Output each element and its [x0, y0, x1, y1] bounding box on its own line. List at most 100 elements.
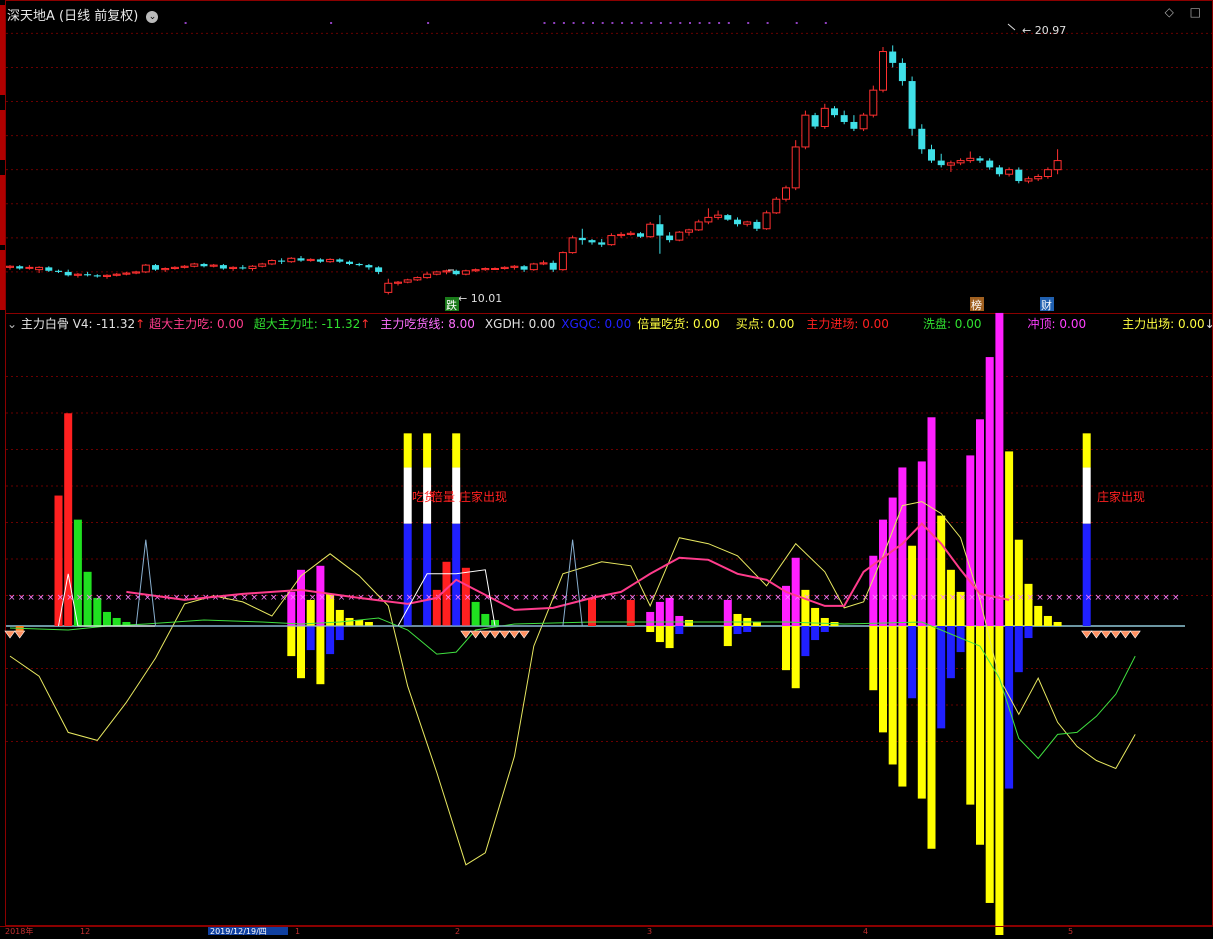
dotted-marker: × [367, 593, 375, 603]
stock-title-bar: 深天地A (日线 前复权) ⌄ [7, 5, 159, 24]
candle-body [25, 266, 34, 269]
event-dot [621, 22, 624, 24]
date-axis-label: 3 [647, 927, 652, 935]
indicator-bar-up [820, 617, 829, 626]
indicator-bar-up [733, 613, 742, 626]
indicator-bar-up [112, 617, 121, 626]
dotted-marker: × [871, 593, 879, 603]
date-axis-label: 2019/12/19/四 [210, 927, 267, 935]
candle-body [500, 266, 509, 270]
dotted-marker: × [968, 593, 976, 603]
indicator-bar-down [888, 626, 897, 765]
signal-annotation: 倍量 [431, 489, 455, 504]
candle-body [976, 158, 984, 161]
indicator-value: 主力进场: 0.00 [806, 317, 889, 331]
dotted-marker: × [745, 593, 753, 603]
indicator-bar-up [471, 601, 480, 626]
chart-canvas[interactable]: ← 20.97← 10.01跌榜财× × × × × × × × × × × × × × × × × × × × × × ×… [0, 0, 1213, 939]
indicator-bar-mid [403, 467, 412, 524]
dotted-marker: × [619, 593, 627, 603]
stock-name[interactable]: 深天地A [7, 9, 55, 24]
indicator-bar-top [423, 433, 432, 468]
candle-body [384, 282, 393, 293]
candle-body [898, 62, 906, 82]
dotted-marker: × [1065, 593, 1073, 603]
candle-body [666, 235, 674, 241]
candle-body [423, 273, 432, 279]
indicator-header: ⌄ 主力白骨 V4: -11.32↑ 超大主力吃: 0.00 超大主力吐: -11.… [7, 315, 1213, 333]
candle-body [539, 262, 548, 265]
candle-body [336, 259, 344, 262]
candle-body [1034, 175, 1043, 180]
dotted-marker: × [299, 593, 307, 603]
candle-body [946, 162, 955, 166]
event-dot [562, 22, 565, 24]
indicator-bar-up [1024, 583, 1033, 626]
event-dot [689, 22, 691, 24]
dotted-marker: × [1046, 593, 1054, 603]
candle-body [219, 265, 227, 269]
candle-body [432, 271, 441, 275]
indicator-bar-down [879, 626, 887, 733]
dotted-marker: × [522, 593, 530, 603]
indicator-chevron-icon[interactable]: ⌄ [7, 317, 21, 331]
indicator-bar-down [820, 626, 829, 633]
candle-body [55, 270, 62, 272]
dotted-marker: × [532, 593, 540, 603]
indicator-bar-down [733, 626, 742, 635]
diamond-icon[interactable]: ◇ [1165, 5, 1180, 19]
dotted-marker: × [396, 593, 404, 603]
dropdown-chevron-icon[interactable]: ⌄ [146, 11, 159, 23]
dotted-marker: × [852, 593, 860, 603]
candle-body [694, 221, 703, 231]
indicator-bar-up [1053, 621, 1062, 626]
candle-body [35, 266, 44, 271]
indicator-value: 倍量吃货: 0.00 [637, 317, 720, 331]
event-dot [679, 22, 682, 24]
candle-body [452, 270, 460, 275]
candle-body [558, 252, 567, 271]
event-dot [640, 22, 643, 24]
indicator-bar-up [888, 497, 897, 626]
indicator-bar-up [1034, 605, 1043, 626]
indicator-bar-up [452, 523, 461, 626]
indicator-bar-down [995, 626, 1004, 939]
candle-body [45, 267, 53, 271]
dotted-marker: × [105, 593, 113, 603]
indicator-value: 主力吃货线: 8.00 [380, 317, 475, 331]
candle-body [132, 271, 141, 274]
dotted-marker: × [251, 593, 259, 603]
candle-body [995, 167, 1003, 175]
indicator-bar-up [908, 545, 917, 626]
dotted-marker: × [115, 593, 123, 603]
square-icon[interactable]: □ [1190, 5, 1207, 19]
dotted-marker: × [474, 593, 482, 603]
dotted-marker: × [755, 593, 763, 603]
dotted-marker: × [1094, 593, 1102, 603]
candle-body [529, 263, 538, 271]
candle-body [209, 264, 218, 267]
indicator-bar-down [655, 626, 664, 643]
dotted-marker: × [86, 593, 94, 603]
candle-body [442, 270, 451, 273]
candle-body [772, 198, 781, 214]
candle-body [365, 265, 373, 268]
indicator-bar-up [335, 609, 344, 626]
event-dot [727, 22, 730, 24]
indicator-arrow: ↑ [135, 317, 146, 331]
indicator-bar-up [54, 495, 63, 626]
candle-body [714, 214, 723, 218]
indicator-name[interactable]: 主力白骨 [21, 317, 73, 331]
candle-body [73, 273, 82, 276]
candle-body [278, 260, 286, 262]
indicator-value: 冲顶: 0.00 [1027, 317, 1087, 331]
candle-body [734, 219, 741, 225]
dotted-marker: × [939, 593, 947, 603]
candle-body [685, 229, 693, 233]
event-dot [669, 22, 672, 24]
dotted-marker: × [445, 593, 453, 603]
candle-body [84, 274, 92, 276]
dotted-marker: × [309, 593, 317, 603]
side-tab [0, 175, 5, 245]
indicator-value: V4: -11.32↑ [72, 317, 146, 331]
